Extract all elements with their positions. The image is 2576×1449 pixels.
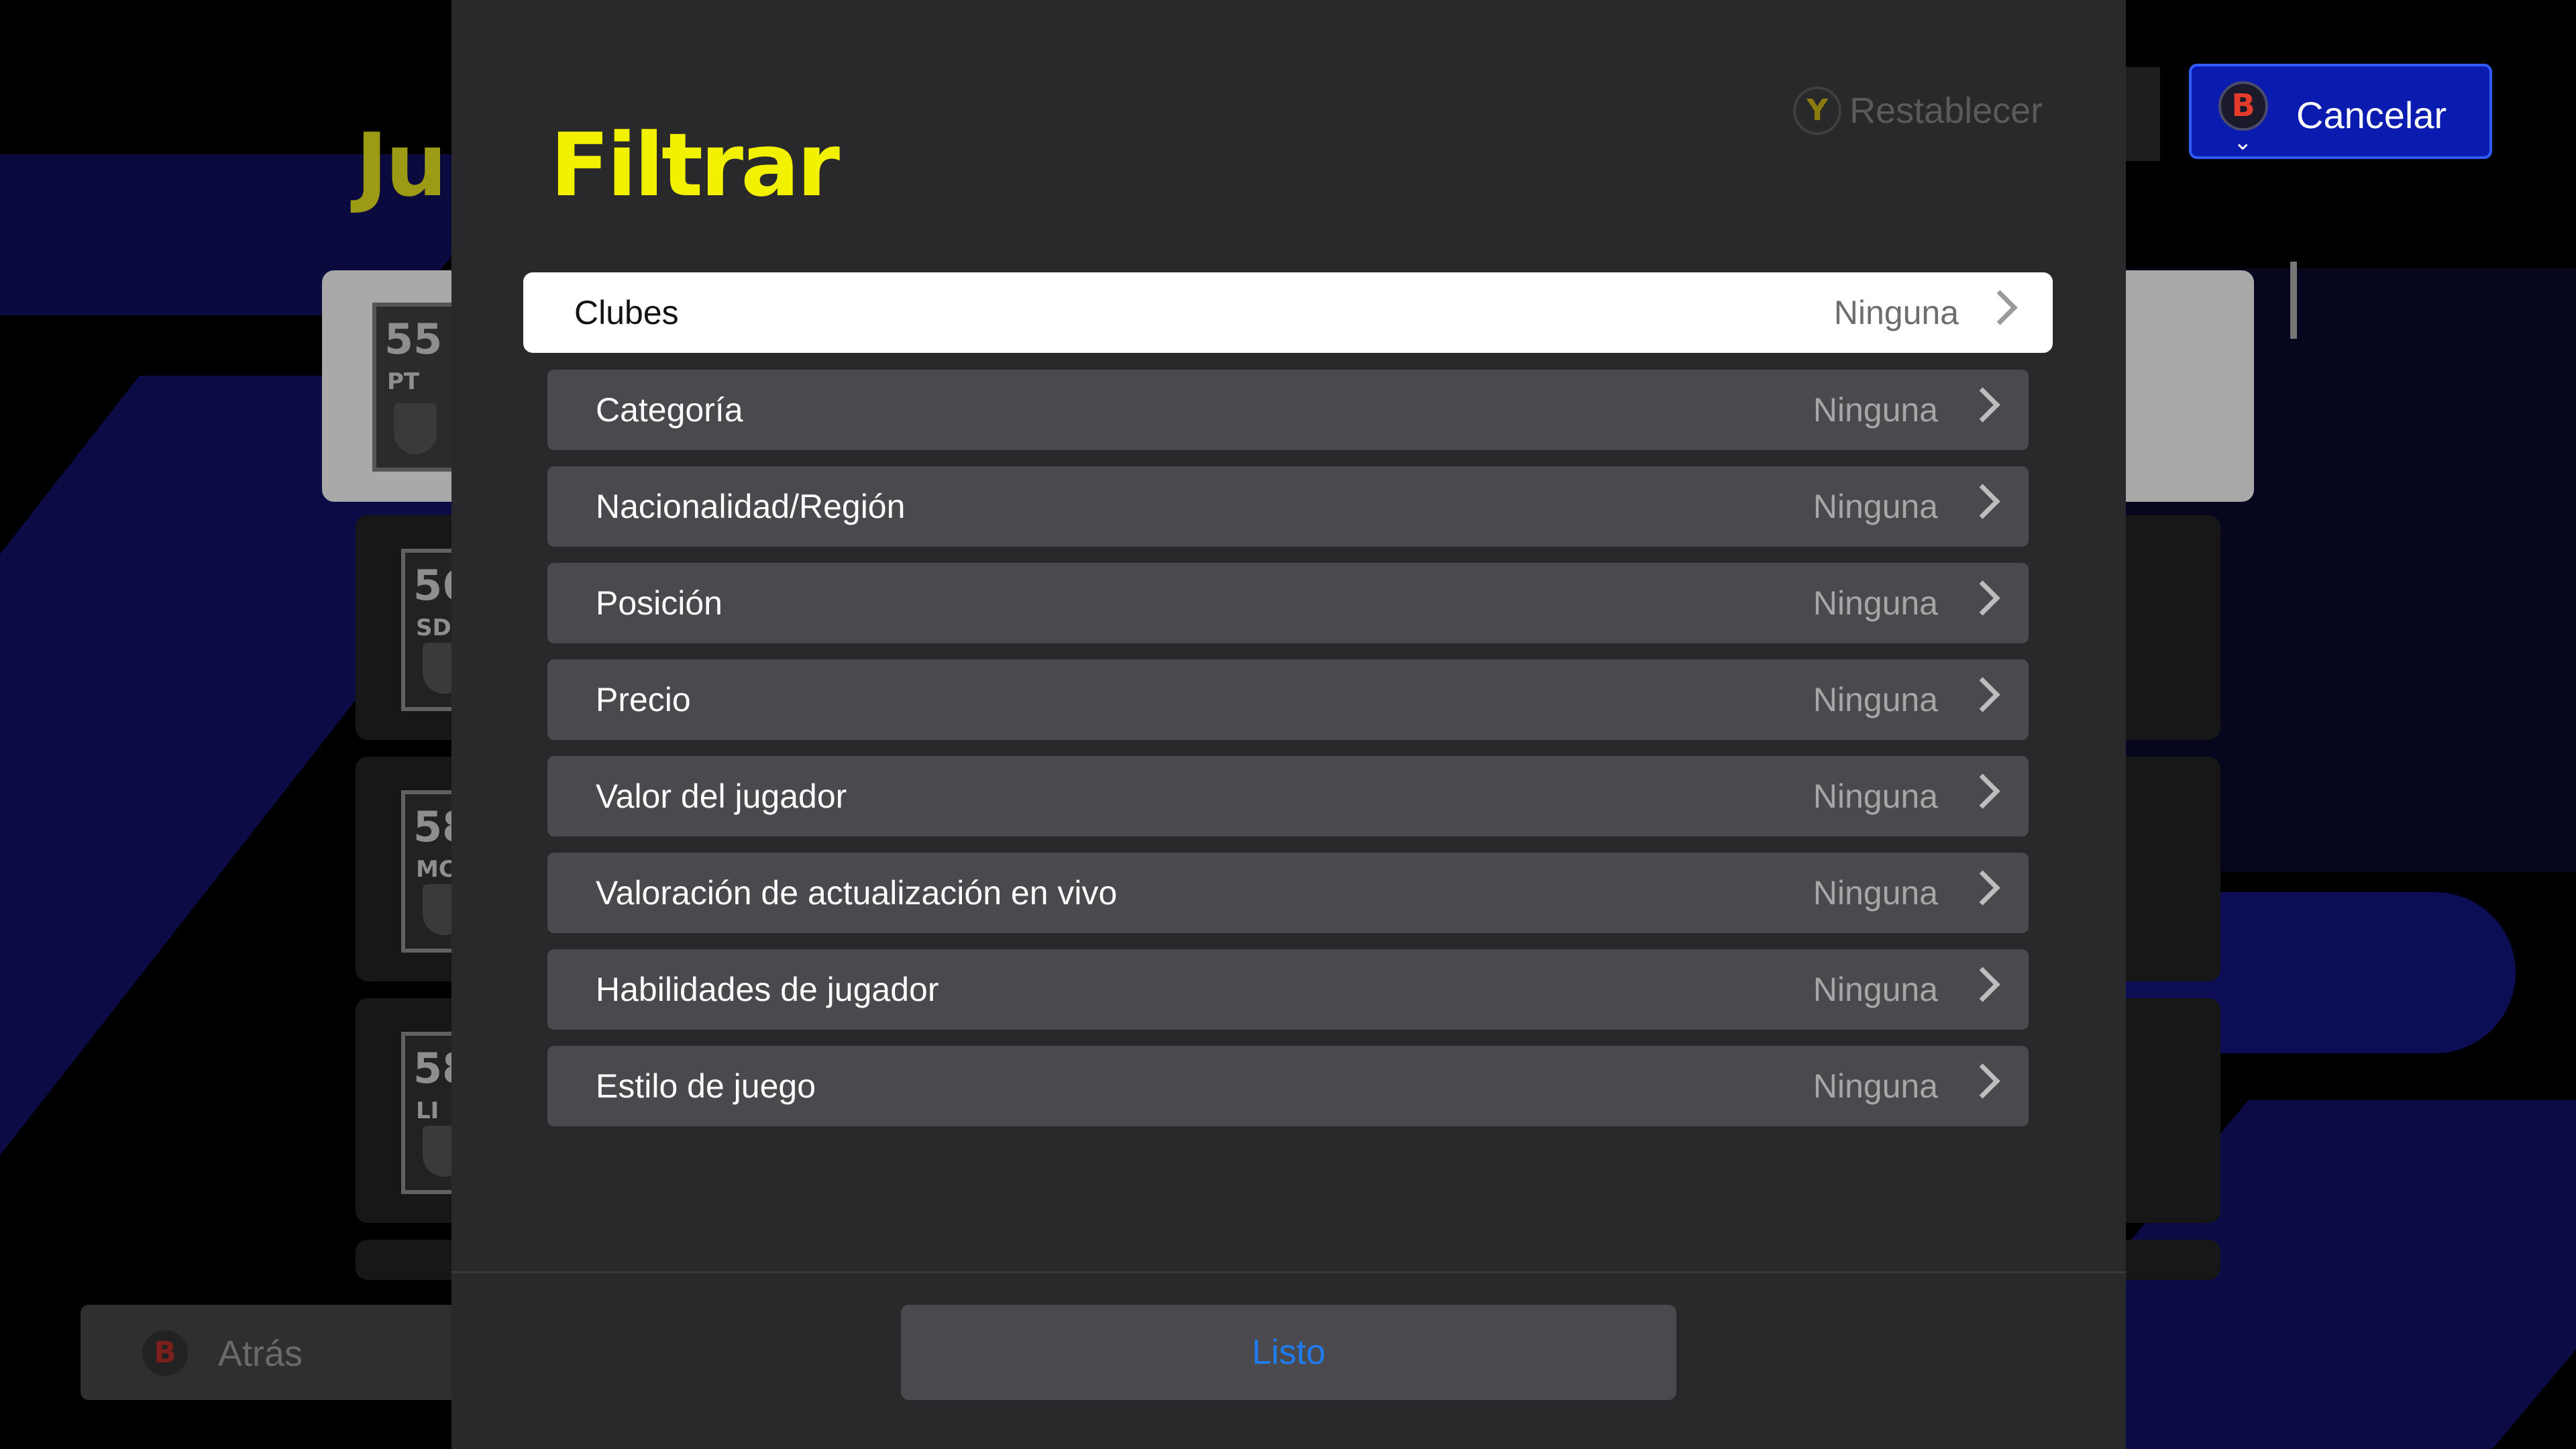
- filter-row-valoracion-actualizacion[interactable]: Valoración de actualización en vivo Ning…: [547, 853, 2029, 933]
- filter-row-precio[interactable]: Precio Ninguna: [547, 659, 2029, 740]
- done-button[interactable]: Listo: [901, 1305, 1676, 1400]
- chevron-right-icon: [1965, 870, 2000, 906]
- filter-value: Ninguna: [1833, 294, 1959, 331]
- filter-name: Nacionalidad/Región: [596, 488, 906, 525]
- filter-row-posicion[interactable]: Posición Ninguna: [547, 563, 2029, 643]
- y-button-icon: Y: [1793, 87, 1841, 135]
- filter-name: Valor del jugador: [596, 777, 847, 815]
- player-position: LI: [416, 1097, 439, 1124]
- b-button-icon: B: [2218, 81, 2268, 131]
- filter-value: Ninguna: [1813, 391, 1938, 429]
- cancel-button[interactable]: B ⌄ Cancelar: [2189, 64, 2492, 159]
- filter-name: Categoría: [596, 391, 743, 429]
- filter-row-habilidades[interactable]: Habilidades de jugador Ninguna: [547, 949, 2029, 1030]
- filter-name: Habilidades de jugador: [596, 971, 939, 1008]
- player-rating: 55: [384, 315, 443, 364]
- chevron-right-icon: [1965, 967, 2000, 1002]
- back-button[interactable]: B Atrás: [80, 1305, 496, 1400]
- filter-row-clubes[interactable]: Clubes Ninguna: [523, 272, 2053, 353]
- chevron-right-icon: [1965, 1063, 2000, 1099]
- filter-modal: Filtrar Y Restablecer Clubes Ninguna Cat…: [451, 0, 2126, 1449]
- chevron-right-icon: [1965, 580, 2000, 616]
- filter-name: Valoración de actualización en vivo: [596, 874, 1118, 912]
- filter-value: Ninguna: [1813, 971, 1938, 1008]
- modal-divider: [451, 1271, 2126, 1273]
- player-position: MC: [416, 856, 455, 883]
- chevron-right-icon: [1965, 773, 2000, 809]
- player-position: SD: [416, 614, 451, 641]
- filter-row-nacionalidad[interactable]: Nacionalidad/Región Ninguna: [547, 466, 2029, 547]
- back-label: Atrás: [218, 1334, 303, 1374]
- modal-title: Filtrar: [550, 114, 840, 216]
- chevron-right-icon: [1965, 387, 2000, 423]
- cancel-label: Cancelar: [2296, 94, 2447, 136]
- filter-value: Ninguna: [1813, 488, 1938, 525]
- filter-value: Ninguna: [1813, 584, 1938, 622]
- b-button-icon: B: [142, 1330, 188, 1376]
- club-shield-icon: [394, 403, 437, 454]
- reset-label: Restablecer: [1849, 91, 2043, 131]
- scrollbar[interactable]: [2290, 262, 2297, 339]
- filter-row-estilo-juego[interactable]: Estilo de juego Ninguna: [547, 1046, 2029, 1126]
- filter-name: Precio: [596, 681, 691, 718]
- bg-page-title: Ju: [356, 114, 447, 216]
- filter-name: Estilo de juego: [596, 1067, 816, 1105]
- filter-value: Ninguna: [1813, 1067, 1938, 1105]
- reset-button[interactable]: Y Restablecer: [1793, 84, 2043, 138]
- chevron-right-icon: [1965, 677, 2000, 712]
- filter-value: Ninguna: [1813, 681, 1938, 718]
- filter-name: Clubes: [574, 294, 679, 331]
- filter-name: Posición: [596, 584, 722, 622]
- done-label: Listo: [1252, 1333, 1326, 1372]
- filter-value: Ninguna: [1813, 777, 1938, 815]
- chevron-right-icon: [1965, 484, 2000, 519]
- filter-value: Ninguna: [1813, 874, 1938, 912]
- chevron-down-icon: ⌄: [2233, 129, 2253, 156]
- filter-row-valor-jugador[interactable]: Valor del jugador Ninguna: [547, 756, 2029, 837]
- player-position: PT: [387, 368, 420, 395]
- filter-row-categoria[interactable]: Categoría Ninguna: [547, 370, 2029, 450]
- chevron-right-icon: [1982, 290, 2018, 325]
